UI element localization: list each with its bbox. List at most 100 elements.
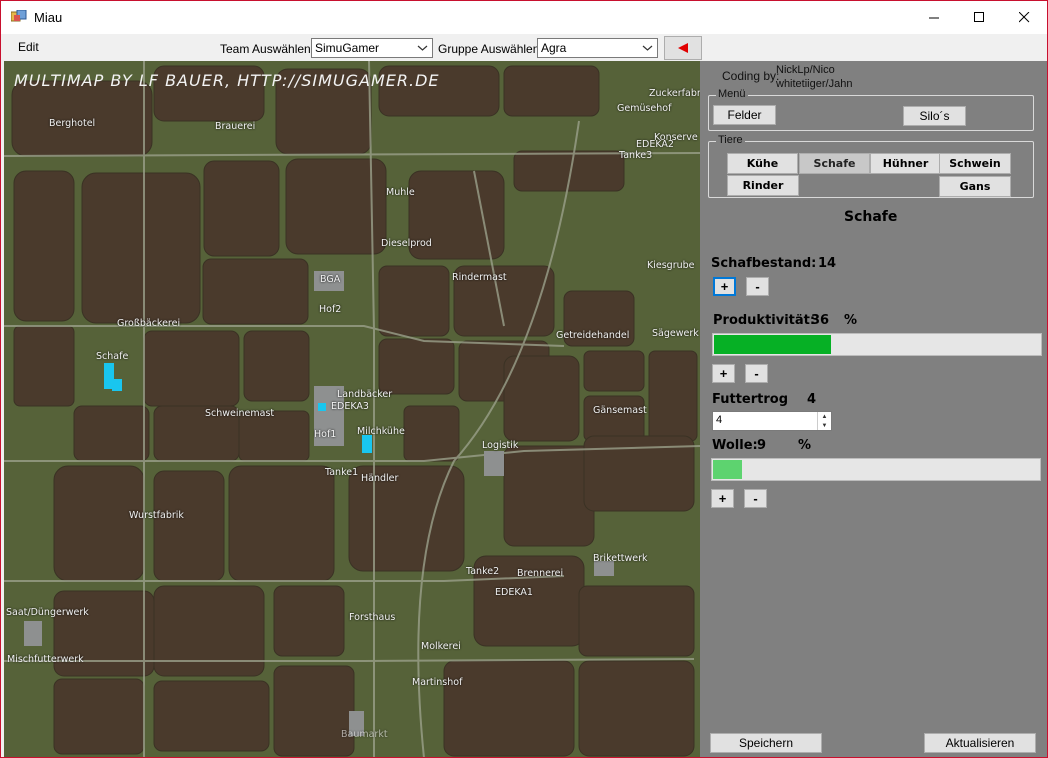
- map-label: Händler: [361, 473, 399, 484]
- map-title: MULTIMAP BY LF BAUER, HTTP://SIMUGAMER.D…: [14, 71, 440, 90]
- map-label: Gemüsehof: [617, 103, 672, 114]
- map-label: Brennerei: [517, 568, 564, 579]
- futtertrog-input-value: 4: [716, 414, 723, 426]
- control-panel: Coding by: NickLp/Nico whitetiiger/Jahn …: [700, 61, 1047, 757]
- produktivitaet-minus-button[interactable]: -: [745, 364, 768, 383]
- app-icon: [11, 10, 27, 22]
- back-button[interactable]: [664, 36, 702, 60]
- map-label: Schweinemast: [205, 408, 275, 419]
- menu-group-title: Menü: [716, 88, 748, 100]
- spin-down-icon[interactable]: ▼: [818, 421, 831, 430]
- futtertrog-spinner[interactable]: ▲ ▼: [817, 412, 831, 430]
- map-label: EDEKA3: [331, 401, 369, 412]
- map-label: Baumarkt: [341, 729, 388, 740]
- bestand-value: 14: [818, 256, 837, 271]
- produktivitaet-unit: %: [844, 313, 858, 328]
- spin-up-icon[interactable]: ▲: [818, 412, 831, 421]
- wolle-progress-bar: [711, 458, 1041, 481]
- schafe-button[interactable]: Schafe: [799, 153, 870, 174]
- coding-names: NickLp/Nico whitetiiger/Jahn: [776, 63, 852, 91]
- gans-button[interactable]: Gans: [939, 176, 1011, 197]
- map-label: Großbäckerei: [117, 318, 181, 329]
- toolbar: Edit Team Auswählen: SimuGamer Gruppe Au…: [1, 34, 1047, 60]
- save-button[interactable]: Speichern: [710, 733, 822, 753]
- schwein-button[interactable]: Schwein: [939, 153, 1011, 174]
- minimize-button[interactable]: [911, 1, 957, 34]
- map-label: BGA: [320, 274, 341, 285]
- map-label: Landbäcker: [337, 389, 393, 400]
- wolle-plus-button[interactable]: +: [711, 489, 734, 508]
- silos-button[interactable]: Silo´s: [903, 106, 966, 126]
- cow-marker[interactable]: [362, 435, 372, 453]
- produktivitaet-plus-button[interactable]: +: [712, 364, 735, 383]
- close-icon: [1018, 12, 1029, 23]
- huehner-button[interactable]: Hühner: [870, 153, 941, 174]
- map-label: EDEKA1: [495, 587, 533, 598]
- bestand-minus-button[interactable]: -: [746, 277, 769, 296]
- map-view[interactable]: MULTIMAP BY LF BAUER, HTTP://SIMUGAMER.D…: [4, 61, 700, 757]
- map-label: Mischfutterwerk: [7, 654, 84, 665]
- map-label: Schafe: [96, 351, 129, 362]
- red-left-arrow-icon: [678, 43, 688, 53]
- map-label: Gänsemast: [593, 405, 647, 416]
- map-label: Saat/Düngerwerk: [6, 607, 89, 618]
- map-label: EDEKA2: [636, 139, 674, 150]
- map-label: Tanke3: [619, 150, 653, 161]
- chevron-down-icon: [642, 45, 653, 51]
- refresh-button[interactable]: Aktualisieren: [924, 733, 1036, 753]
- map-label: Logistik: [482, 440, 519, 451]
- map-label: Zuckerfabr: [649, 88, 700, 99]
- bestand-label: Schafbestand:: [711, 256, 817, 271]
- team-select-value: SimuGamer: [315, 41, 380, 55]
- map-label: Wurstfabrik: [129, 510, 184, 521]
- produktivitaet-progress-fill: [714, 335, 832, 354]
- map-label: Molkerei: [421, 641, 461, 652]
- futtertrog-label: Futtertrog: [712, 392, 789, 407]
- futtertrog-input[interactable]: 4 ▲ ▼: [712, 411, 832, 431]
- maximize-icon: [973, 12, 984, 22]
- section-title: Schafe: [844, 209, 898, 225]
- coding-label: Coding by:: [722, 69, 780, 83]
- map-label: Brikettwerk: [593, 553, 648, 564]
- team-select[interactable]: SimuGamer: [311, 38, 433, 58]
- group-label: Gruppe Auswählen:: [438, 42, 543, 56]
- wolle-value: 9: [757, 438, 767, 453]
- map-label: Berghotel: [49, 118, 96, 129]
- map-label: Getreidehandel: [556, 330, 630, 341]
- map-label: Tanke1: [325, 467, 359, 478]
- minimize-icon: [928, 17, 939, 19]
- wolle-minus-button[interactable]: -: [744, 489, 767, 508]
- felder-button[interactable]: Felder: [713, 105, 776, 125]
- menu-group: Menü Felder Silo´s: [708, 88, 1034, 131]
- title-bar: Miau: [1, 1, 1047, 34]
- produktivitaet-label: Produktivität:: [713, 313, 816, 328]
- map-label: Rindermast: [452, 272, 507, 283]
- tiere-group-title: Tiere: [716, 134, 745, 146]
- map-label: Brauerei: [215, 121, 256, 132]
- coding-name: NickLp/Nico: [776, 64, 835, 76]
- coding-name: whitetiiger/Jahn: [776, 78, 853, 90]
- group-select[interactable]: Agra: [537, 38, 658, 58]
- team-label: Team Auswählen:: [220, 42, 315, 56]
- window-title: Miau: [34, 10, 63, 25]
- kuehe-button[interactable]: Kühe: [727, 153, 798, 174]
- close-button[interactable]: [1001, 1, 1047, 34]
- wolle-unit: %: [798, 438, 812, 453]
- app-window: Miau Edit Team Auswählen: SimuGamer Grup…: [0, 0, 1048, 758]
- produktivitaet-value: 36: [811, 313, 830, 328]
- map-label: Dieselprod: [381, 238, 432, 249]
- futtertrog-value: 4: [807, 392, 817, 407]
- rinder-button[interactable]: Rinder: [727, 175, 799, 196]
- bestand-plus-button[interactable]: +: [713, 277, 736, 296]
- map-label: Kiesgrube: [647, 260, 695, 271]
- chevron-down-icon: [417, 45, 428, 51]
- map-label: Sägewerk: [652, 328, 699, 339]
- tiere-group: Tiere Kühe Schafe Hühner Schwein Rinder …: [708, 134, 1034, 198]
- map-label: Hof1: [314, 429, 337, 440]
- marker[interactable]: [318, 403, 326, 411]
- produktivitaet-progress-bar: [712, 333, 1042, 356]
- map-label: Forsthaus: [349, 612, 396, 623]
- maximize-button[interactable]: [956, 1, 1002, 34]
- sheep-marker[interactable]: [112, 379, 122, 391]
- menu-edit[interactable]: Edit: [18, 40, 39, 54]
